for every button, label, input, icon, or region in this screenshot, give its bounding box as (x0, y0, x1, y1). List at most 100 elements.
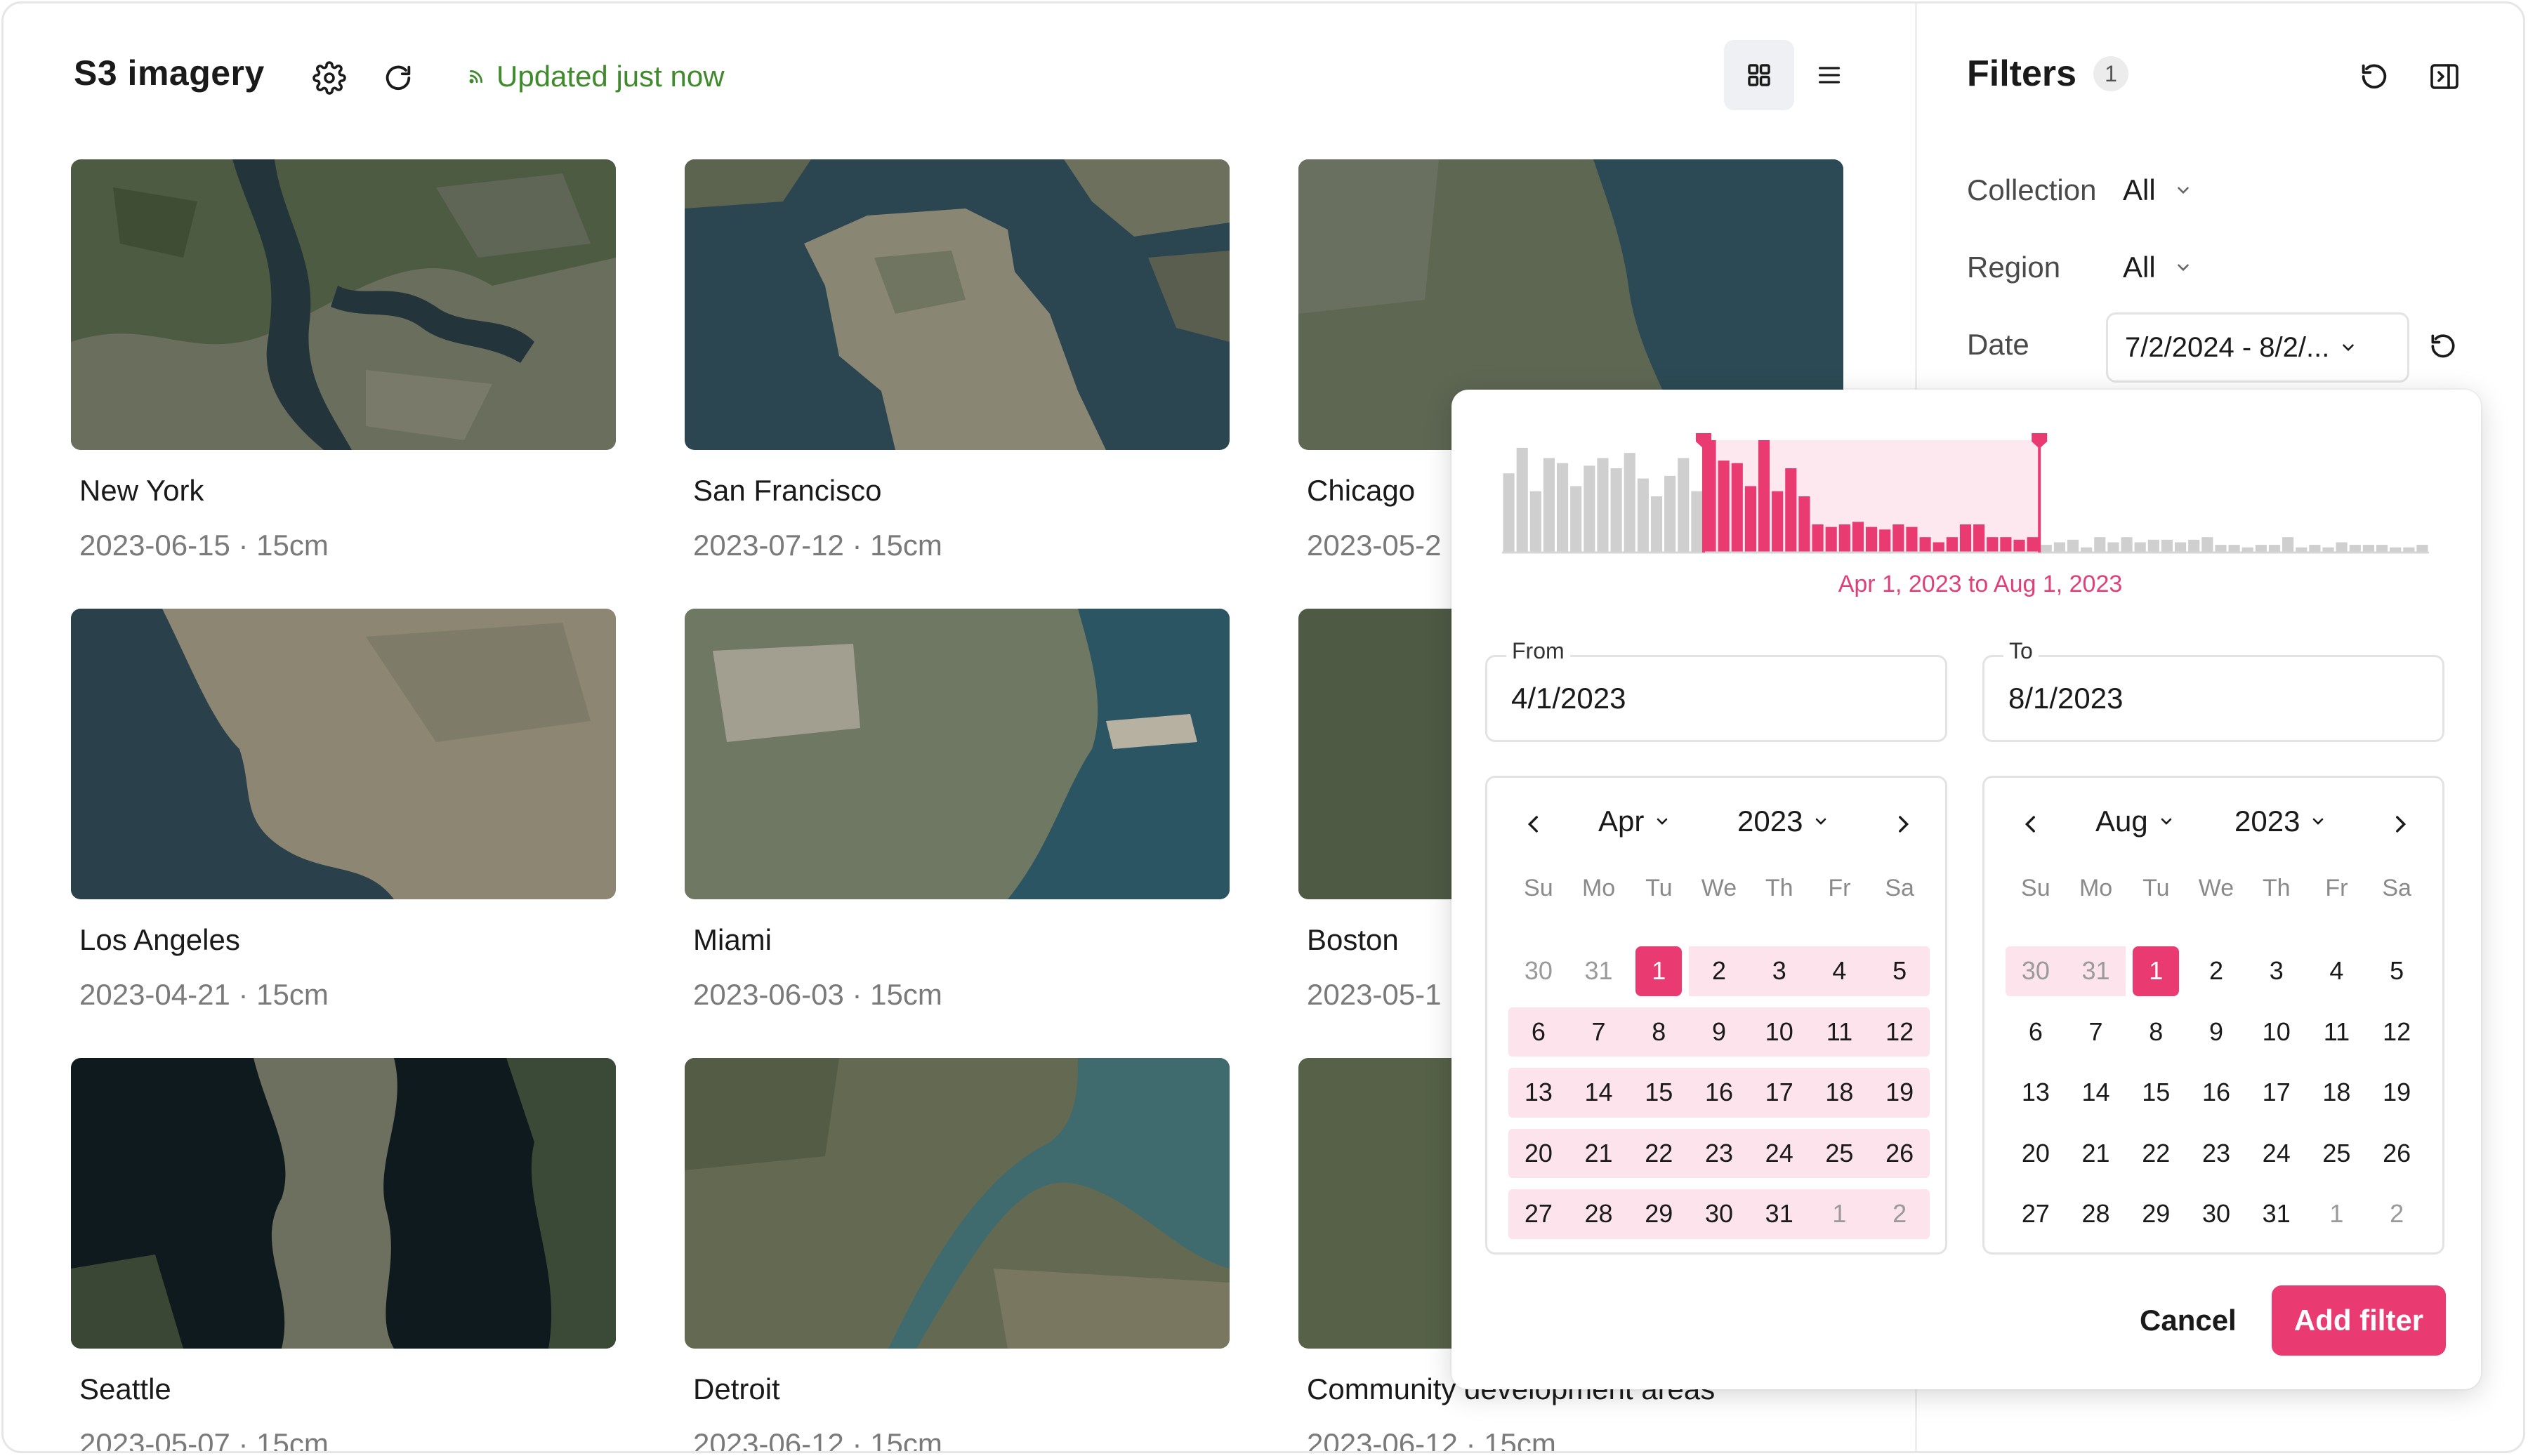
collection-select[interactable]: All (2123, 173, 2192, 207)
calendar-day[interactable]: 6 (2006, 1002, 2066, 1063)
add-filter-button[interactable]: Add filter (2272, 1285, 2446, 1356)
calendar-day[interactable]: 27 (1508, 1184, 1569, 1245)
refresh-icon[interactable] (380, 60, 416, 96)
calendar-day[interactable]: 28 (1568, 1184, 1629, 1245)
chevron-left-icon[interactable] (1511, 802, 1556, 847)
calendar-day[interactable]: 7 (1568, 1002, 1629, 1063)
calendar-day[interactable]: 26 (1869, 1123, 1930, 1184)
calendar-day[interactable]: 1 (2307, 1184, 2367, 1245)
list-view-button[interactable] (1794, 40, 1864, 110)
to-date-input[interactable]: 8/1/2023 (1982, 655, 2444, 742)
date-histogram[interactable] (1502, 432, 2429, 558)
calendar-day[interactable]: 2 (2366, 1184, 2427, 1245)
calendar-day[interactable]: 30 (1689, 1184, 1749, 1245)
calendar-day[interactable]: 19 (1869, 1062, 1930, 1123)
reset-date-icon[interactable] (2425, 328, 2461, 364)
calendar-day[interactable]: 1 (1809, 1184, 1870, 1245)
calendar-day[interactable]: 11 (2307, 1002, 2367, 1063)
calendar-day[interactable]: 15 (2126, 1062, 2186, 1123)
calendar-day[interactable]: 30 (2186, 1184, 2246, 1245)
calendar-day[interactable]: 12 (2366, 1002, 2427, 1063)
calendar-day[interactable]: 29 (1628, 1184, 1690, 1245)
calendar-day[interactable]: 24 (1749, 1123, 1810, 1184)
calendar-day[interactable]: 2 (2186, 941, 2246, 1002)
cancel-button[interactable]: Cancel (2126, 1285, 2251, 1356)
calendar-day[interactable]: 5 (2366, 941, 2427, 1002)
region-select[interactable]: All (2123, 251, 2192, 284)
reset-icon[interactable] (2356, 58, 2392, 95)
calendar-day-selected[interactable]: 1 (2126, 941, 2186, 1002)
calendar-day[interactable]: 30 (2006, 941, 2066, 1002)
day-number: 9 (2208, 1017, 2223, 1046)
calendar-day[interactable]: 31 (2065, 941, 2126, 1002)
collapse-panel-icon[interactable] (2426, 58, 2463, 95)
calendar-day[interactable]: 14 (1568, 1062, 1629, 1123)
calendar-day[interactable]: 29 (2126, 1184, 2186, 1245)
image-card-detroit[interactable]: Detroit 2023-06-12 · 15cm (685, 1058, 1230, 1451)
from-date-input[interactable]: 4/1/2023 (1485, 655, 1947, 742)
calendar-day[interactable]: 28 (2066, 1184, 2126, 1245)
image-card-los-angeles[interactable]: Los Angeles 2023-04-21 · 15cm (71, 609, 616, 1012)
calendar-day[interactable]: 22 (1628, 1123, 1690, 1184)
year-select[interactable]: 2023 (2234, 805, 2326, 838)
calendar-day[interactable]: 16 (1689, 1062, 1749, 1123)
calendar-day[interactable]: 2 (1689, 941, 1749, 1002)
calendar-day[interactable]: 13 (2006, 1062, 2066, 1123)
calendar-day[interactable]: 21 (1568, 1123, 1629, 1184)
year-select[interactable]: 2023 (1737, 805, 1829, 838)
month-select[interactable]: Apr (1598, 805, 1671, 838)
chevron-left-icon[interactable] (2008, 802, 2053, 847)
grid-view-button[interactable] (1724, 40, 1794, 110)
calendar-day[interactable]: 25 (2307, 1123, 2367, 1184)
calendar-day[interactable]: 20 (2006, 1123, 2066, 1184)
calendar-day[interactable]: 20 (1508, 1123, 1569, 1184)
image-card-miami[interactable]: Miami 2023-06-03 · 15cm (685, 609, 1230, 1012)
image-card-new-york[interactable]: New York 2023-06-15 · 15cm (71, 159, 616, 562)
calendar-day[interactable]: 17 (1749, 1062, 1810, 1123)
calendar-day[interactable]: 14 (2066, 1062, 2126, 1123)
calendar-day[interactable]: 4 (1809, 941, 1870, 1002)
calendar-day[interactable]: 31 (1749, 1184, 1810, 1245)
calendar-day[interactable]: 24 (2246, 1123, 2307, 1184)
image-card-seattle[interactable]: Seattle 2023-05-07 · 15cm (71, 1058, 616, 1451)
month-select[interactable]: Aug (2095, 805, 2175, 838)
calendar-day[interactable]: 27 (2006, 1184, 2066, 1245)
calendar-day[interactable]: 31 (1569, 941, 1629, 1002)
calendar-day[interactable]: 11 (1809, 1002, 1870, 1063)
calendar-day[interactable]: 17 (2246, 1062, 2307, 1123)
calendar-day[interactable]: 10 (2246, 1002, 2307, 1063)
calendar-day[interactable]: 3 (2246, 941, 2307, 1002)
calendar-day[interactable]: 18 (2307, 1062, 2367, 1123)
calendar-day[interactable]: 10 (1749, 1002, 1810, 1063)
calendar-day[interactable]: 25 (1809, 1123, 1870, 1184)
calendar-day[interactable]: 31 (2246, 1184, 2307, 1245)
calendar-day[interactable]: 8 (1628, 1002, 1690, 1063)
calendar-day[interactable]: 5 (1869, 941, 1930, 1002)
calendar-day[interactable]: 22 (2126, 1123, 2186, 1184)
gear-icon[interactable] (311, 60, 348, 96)
calendar-day[interactable]: 6 (1508, 1002, 1569, 1063)
calendar-day-selected[interactable]: 1 (1628, 941, 1689, 1002)
calendar-day[interactable]: 8 (2126, 1002, 2186, 1063)
calendar-day[interactable]: 13 (1508, 1062, 1569, 1123)
date-range-select[interactable]: 7/2/2024 - 8/2/... (2106, 312, 2409, 383)
calendar-day[interactable]: 23 (2186, 1123, 2246, 1184)
chevron-right-icon[interactable] (2378, 802, 2423, 847)
calendar-day[interactable]: 26 (2366, 1123, 2427, 1184)
calendar-day[interactable]: 12 (1869, 1002, 1930, 1063)
calendar-day[interactable]: 4 (2307, 941, 2367, 1002)
image-card-san-francisco[interactable]: San Francisco 2023-07-12 · 15cm (685, 159, 1230, 562)
calendar-day[interactable]: 19 (2366, 1062, 2427, 1123)
calendar-day[interactable]: 15 (1628, 1062, 1690, 1123)
calendar-day[interactable]: 2 (1869, 1184, 1930, 1245)
calendar-day[interactable]: 16 (2186, 1062, 2246, 1123)
calendar-day[interactable]: 30 (1508, 941, 1569, 1002)
calendar-day[interactable]: 9 (1689, 1002, 1749, 1063)
calendar-day[interactable]: 9 (2186, 1002, 2246, 1063)
calendar-day[interactable]: 7 (2066, 1002, 2126, 1063)
chevron-right-icon[interactable] (1881, 802, 1925, 847)
calendar-day[interactable]: 23 (1689, 1123, 1749, 1184)
calendar-day[interactable]: 3 (1749, 941, 1810, 1002)
calendar-day[interactable]: 18 (1809, 1062, 1870, 1123)
calendar-day[interactable]: 21 (2066, 1123, 2126, 1184)
